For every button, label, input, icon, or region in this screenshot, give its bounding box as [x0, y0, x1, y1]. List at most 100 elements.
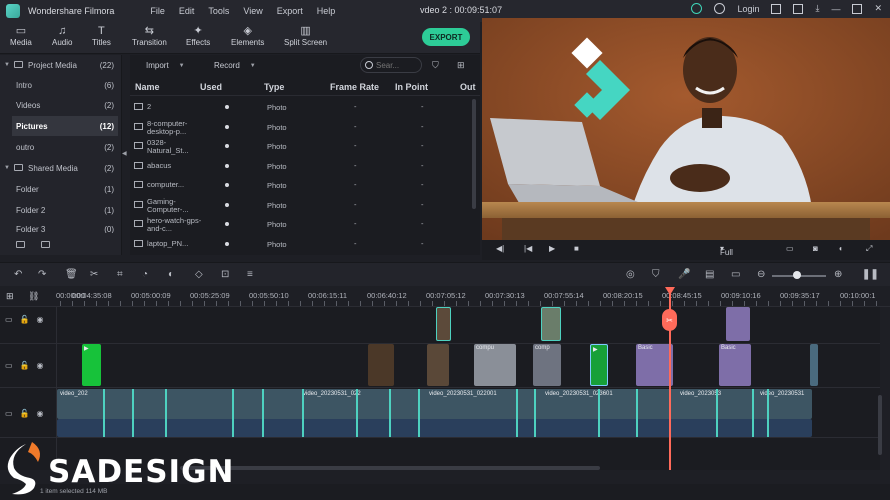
timeline-vertical-scrollbar[interactable]	[878, 395, 882, 455]
col-used[interactable]: Used	[200, 82, 222, 92]
speed-icon[interactable]: ◔	[142, 269, 148, 280]
new-folder-icon[interactable]	[16, 240, 25, 248]
export-button[interactable]: EXPORT	[422, 28, 470, 46]
eye-icon[interactable]: ◉	[37, 315, 44, 324]
tab-effects[interactable]: ✦ Effects	[186, 24, 210, 47]
lock-icon[interactable]: 🔓	[20, 409, 30, 418]
grid-view-icon[interactable]: ⊞	[457, 60, 465, 71]
media-search[interactable]	[360, 57, 422, 73]
clip-divider[interactable]	[534, 389, 536, 437]
menu-view[interactable]: View	[243, 6, 262, 16]
timeline-clip-title[interactable]	[726, 307, 750, 341]
tab-transition[interactable]: ⇆ Transition	[132, 24, 167, 47]
media-scrollbar[interactable]	[472, 99, 476, 209]
pause-icon[interactable]: ❚❚	[862, 269, 879, 280]
clip-divider[interactable]	[132, 389, 134, 437]
clip-divider[interactable]	[418, 389, 420, 437]
clip-divider[interactable]	[767, 389, 769, 437]
eye-icon[interactable]: ◉	[37, 409, 44, 418]
lock-icon[interactable]: 🔓	[20, 361, 30, 370]
zoom-slider-handle[interactable]	[793, 271, 801, 279]
clip-divider[interactable]	[516, 389, 518, 437]
timeline-clip-photo[interactable]: compu	[474, 344, 516, 386]
add-track-icon[interactable]: ⊞	[6, 291, 14, 302]
color-icon[interactable]: ◐	[168, 269, 174, 280]
timeline-scrollbar[interactable]	[180, 466, 600, 470]
timeline-clip-green[interactable]: ▶	[590, 344, 608, 386]
media-row[interactable]: Gaming-Computer-... Photo - -	[130, 195, 480, 215]
media-row[interactable]: hero-watch-gps-and-c... Photo - -	[130, 214, 480, 234]
clip-divider[interactable]	[598, 389, 600, 437]
clip-divider[interactable]	[165, 389, 167, 437]
media-row[interactable]: abacus Photo - -	[130, 156, 480, 176]
col-type[interactable]: Type	[264, 82, 284, 92]
col-name[interactable]: Name	[135, 82, 160, 92]
voiceover-icon[interactable]: ▤	[705, 269, 714, 280]
timeline-clip-green[interactable]: ▶	[82, 344, 101, 386]
fit-icon[interactable]: ⊡	[221, 269, 229, 280]
scissors-icon[interactable]: ✂	[90, 269, 98, 280]
menu-help[interactable]: Help	[317, 6, 336, 16]
clip-divider[interactable]	[636, 389, 638, 437]
sidebar-item-videos[interactable]: Videos (2)	[0, 95, 122, 115]
download-icon[interactable]: ⤓	[815, 3, 819, 14]
lock-icon[interactable]: 🔓	[20, 315, 30, 324]
microphone-icon[interactable]: 🎤	[678, 269, 690, 280]
step-back-icon[interactable]: ◀|	[496, 244, 504, 253]
maximize-icon[interactable]	[852, 3, 863, 14]
col-in-point[interactable]: In Point	[395, 82, 428, 92]
timeline-clip-title[interactable]: Basic	[636, 344, 673, 386]
col-frame-rate[interactable]: Frame Rate	[330, 82, 379, 92]
tab-audio[interactable]: ♫ Audio	[52, 24, 72, 47]
info-icon[interactable]	[714, 3, 726, 14]
open-folder-icon[interactable]	[41, 240, 50, 248]
timeline-clip-photo[interactable]	[427, 344, 449, 386]
minimize-icon[interactable]: —	[831, 4, 840, 14]
timeline-clip-title[interactable]: Basic	[719, 344, 751, 386]
clip-divider[interactable]	[716, 389, 718, 437]
zoom-in-icon[interactable]: ⊕	[834, 269, 842, 280]
redo-icon[interactable]: ↷	[38, 269, 46, 280]
sidebar-item-folder-2[interactable]: Folder 2 (1)	[0, 200, 122, 220]
media-row[interactable]: computer... Photo - -	[130, 175, 480, 195]
render-preview-icon[interactable]: ▭	[786, 244, 794, 253]
col-out[interactable]: Out	[460, 82, 476, 92]
menu-tools[interactable]: Tools	[208, 6, 229, 16]
sidebar-item-project-media[interactable]: ▼ Project Media (22)	[0, 55, 122, 75]
render-icon[interactable]: ◎	[626, 269, 635, 280]
search-input[interactable]	[376, 60, 416, 70]
timeline-clip-photo[interactable]	[368, 344, 394, 386]
timeline-clip-photo[interactable]: comp	[533, 344, 561, 386]
mail-icon[interactable]	[793, 3, 804, 14]
collapse-sidebar-icon[interactable]: ◀	[122, 150, 127, 157]
marker-icon[interactable]: ⛉	[652, 269, 660, 280]
sidebar-item-folder[interactable]: Folder (1)	[0, 179, 122, 199]
tab-media[interactable]: ▭ Media	[10, 24, 32, 47]
tab-titles[interactable]: T Titles	[92, 24, 111, 47]
media-row[interactable]: 0328-Natural_St... Photo - -	[130, 136, 480, 156]
link-icon[interactable]: ⛓	[28, 291, 39, 302]
clip-divider[interactable]	[262, 389, 264, 437]
play-icon[interactable]: ▶	[549, 244, 555, 253]
clip-divider[interactable]	[389, 389, 391, 437]
clip-divider[interactable]	[103, 389, 105, 437]
sidebar-item-folder-3[interactable]: Folder 3 (0)	[0, 221, 122, 233]
sync-icon[interactable]	[691, 3, 703, 14]
media-row[interactable]: 8-computer-desktop-p... Photo - -	[130, 117, 480, 137]
fullscreen-icon[interactable]: ⤢	[866, 244, 872, 254]
quality-dropdown[interactable]: Full ▾	[720, 244, 733, 257]
media-row[interactable]: laptop_PN... Photo - -	[130, 234, 480, 254]
media-row[interactable]: 2 Photo - -	[130, 97, 480, 117]
delete-icon[interactable]: 🗑	[65, 269, 78, 280]
sidebar-item-shared-media[interactable]: ▼ Shared Media (2)	[0, 158, 122, 178]
sidebar-item-pictures[interactable]: Pictures (12)	[12, 116, 118, 136]
clip-divider[interactable]	[232, 389, 234, 437]
clip-divider[interactable]	[302, 389, 304, 437]
scissors-icon[interactable]: ✂	[662, 309, 677, 331]
audio-adjust-icon[interactable]: ≡	[247, 269, 253, 280]
tab-elements[interactable]: ◈ Elements	[231, 24, 264, 47]
sidebar-item-outro[interactable]: outro (2)	[0, 137, 122, 157]
undo-icon[interactable]: ↶	[14, 269, 22, 280]
login-button[interactable]: Login	[737, 4, 759, 14]
timeline-clip-photo[interactable]	[436, 307, 451, 341]
